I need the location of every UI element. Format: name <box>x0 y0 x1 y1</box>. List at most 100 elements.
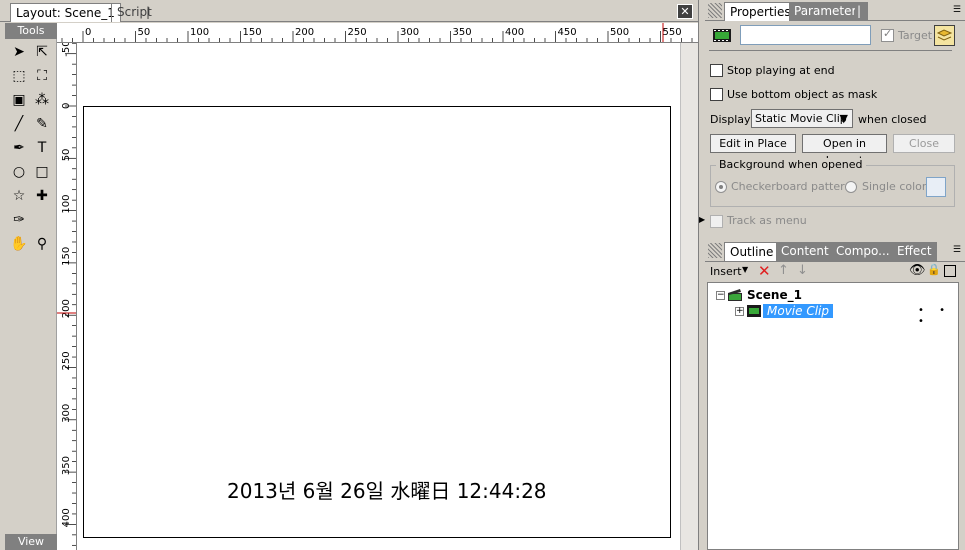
pen-icon[interactable]: ✒ <box>8 137 30 159</box>
ruler-left-label: 200 <box>61 299 72 318</box>
scene-bounds[interactable] <box>83 106 671 538</box>
tree-node-movie-clip[interactable]: + Movie Clip <box>735 303 833 319</box>
tab-components[interactable]: Compo... <box>831 242 895 261</box>
hand-icon[interactable]: ✋ <box>8 233 30 255</box>
chevron-down-icon: ▼ <box>839 112 848 125</box>
ruler-top-label: 350 <box>453 27 472 38</box>
select-arrow-icon[interactable]: ➤ <box>8 41 30 63</box>
stop-playing-checkbox[interactable] <box>710 64 723 77</box>
open-in-layout-button[interactable]: Open in Layout <box>802 134 887 167</box>
tab-properties[interactable]: Properties <box>724 2 797 21</box>
checkerboard-radio[interactable] <box>715 181 727 193</box>
layout-tabbar: Layout: Scene_1 Script | ✕ <box>0 0 700 22</box>
ruler-top-label: 450 <box>558 27 577 38</box>
display-select-value: Static Movie Clip <box>755 112 847 125</box>
marquee-select-icon[interactable]: ⬚ <box>8 65 30 87</box>
properties-tabbar: Properties Parameters | ☰ <box>705 0 965 21</box>
toolbox-view-label: View <box>5 534 57 550</box>
ruler-top-label: 250 <box>348 27 367 38</box>
stage-canvas[interactable]: 2013년 6월 26일 水曜日 12:44:28 <box>77 43 680 550</box>
eyedropper-icon[interactable]: ✑ <box>8 209 30 231</box>
display-label: Display <box>710 113 751 126</box>
when-closed-label: when closed <box>858 113 927 126</box>
delete-icon[interactable]: ✕ <box>758 262 771 280</box>
panel-splitter[interactable] <box>698 0 705 550</box>
ruler-left-label: 50 <box>61 149 72 162</box>
pencil-icon[interactable]: ✎ <box>31 113 53 135</box>
blank-tool <box>31 209 53 231</box>
ruler-top-label: 50 <box>138 27 151 38</box>
ruler-top-label: 200 <box>295 27 314 38</box>
image-fill-icon[interactable]: ▣ <box>8 89 30 111</box>
color-swatch[interactable] <box>926 177 946 197</box>
ellipse-icon[interactable]: ○ <box>8 161 30 183</box>
fill-transform-icon[interactable]: ⁂ <box>31 89 53 111</box>
tab-separator: | <box>855 2 864 21</box>
ruler-top-label: 300 <box>400 27 419 38</box>
panel-grip-icon[interactable] <box>708 3 722 18</box>
panel-grip-icon[interactable] <box>708 243 722 258</box>
ruler-left-label: 350 <box>61 456 72 475</box>
more-dots: • • • <box>918 305 951 327</box>
insert-menu[interactable]: Insert <box>710 265 742 278</box>
layout-editor: Layout: Scene_1 Script | ✕ Tools ➤ ⇱ ⬚ ⛶ ▣ ⁂ ╱… <box>0 0 700 550</box>
target-label: Target <box>898 29 933 42</box>
star-icon[interactable]: ☆ <box>8 185 30 207</box>
vertical-scrollbar[interactable] <box>680 43 698 550</box>
ruler-top-label: 150 <box>243 27 262 38</box>
name-field[interactable] <box>740 25 871 45</box>
text-icon[interactable]: T <box>31 137 53 159</box>
tree-label-movie-clip: Movie Clip <box>763 304 833 318</box>
move-up-icon[interactable]: ↑ <box>778 263 789 278</box>
use-bottom-mask-checkbox[interactable] <box>710 88 723 101</box>
track-as-menu-label: Track as menu <box>727 214 807 227</box>
background-group-label: Background when opened <box>716 158 866 171</box>
ruler-top-ticks: 0 50 100 150 200 250 300 350 400 450 500 550 <box>61 23 693 42</box>
transform-icon[interactable]: ⛶ <box>31 65 53 87</box>
puzzle-icon[interactable]: ✚ <box>31 185 53 207</box>
ruler-left-label: 150 <box>61 247 72 266</box>
outline-box-icon[interactable] <box>944 265 956 277</box>
target-checkbox[interactable] <box>881 27 894 42</box>
tab-effect[interactable]: Effect <box>892 242 937 261</box>
display-select[interactable]: Static Movie Clip ▼ <box>751 109 853 128</box>
app-window: Layout: Scene_1 Script | ✕ Tools ➤ ⇱ ⬚ ⛶ ▣ ⁂ ╱… <box>0 0 965 550</box>
zoom-icon[interactable]: ⚲ <box>31 233 53 255</box>
rectangle-icon[interactable]: □ <box>31 161 53 183</box>
close-button[interactable]: Close <box>893 134 955 153</box>
tab-layout-scene[interactable]: Layout: Scene_1 <box>10 3 121 22</box>
move-down-icon[interactable]: ↓ <box>797 263 808 278</box>
ruler-top-label: 550 <box>663 27 682 38</box>
ruler-left-label: 100 <box>61 195 72 214</box>
lock-icon[interactable]: 🔒 <box>927 263 941 276</box>
ruler-top-label: 0 <box>85 27 91 38</box>
panel-menu-icon[interactable]: ☰ <box>953 245 961 255</box>
tree-label-scene: Scene_1 <box>747 288 802 302</box>
single-color-radio[interactable] <box>845 181 857 193</box>
ruler-left: -50 0 50 100 150 200 250 300 350 400 <box>57 43 77 550</box>
expand-icon[interactable]: + <box>735 306 744 316</box>
ruler-top-label: 400 <box>505 27 524 38</box>
edit-in-place-button[interactable]: Edit in Place <box>710 134 796 153</box>
tab-outline[interactable]: Outline <box>724 242 780 261</box>
subselect-arrow-icon[interactable]: ⇱ <box>31 41 53 63</box>
toolbox: Tools ➤ ⇱ ⬚ ⛶ ▣ ⁂ ╱ ✎ ✒ T ○ □ ☆ ✚ ✑ ✋ ⚲ View <box>5 23 57 550</box>
close-layout-button[interactable]: ✕ <box>677 4 693 19</box>
collapse-icon[interactable]: − <box>716 290 725 300</box>
outline-tree[interactable]: − Scene_1 + Movie Clip • • • <box>707 282 959 550</box>
ruler-left-ticks: -50 0 50 100 150 200 250 300 350 400 <box>57 43 76 546</box>
visibility-eye-icon[interactable]: 👁 <box>909 263 926 278</box>
ruler-top: 0 50 100 150 200 250 300 350 400 450 500 550 <box>57 23 698 43</box>
track-as-menu-checkbox[interactable] <box>710 215 723 228</box>
tab-content[interactable]: Content <box>776 242 834 261</box>
ruler-left-label: 300 <box>61 404 72 423</box>
insert-dropdown-icon[interactable]: ▼ <box>742 265 748 274</box>
movie-clip-icon <box>713 29 731 42</box>
panel-menu-icon[interactable]: ☰ <box>953 5 961 15</box>
layers-icon[interactable] <box>934 25 955 46</box>
ruler-left-label: -50 <box>61 43 72 57</box>
line-icon[interactable]: ╱ <box>8 113 30 135</box>
ruler-left-label: 250 <box>61 351 72 370</box>
tree-node-scene[interactable]: − Scene_1 <box>716 287 802 303</box>
datetime-text[interactable]: 2013년 6월 26일 水曜日 12:44:28 <box>227 475 547 504</box>
